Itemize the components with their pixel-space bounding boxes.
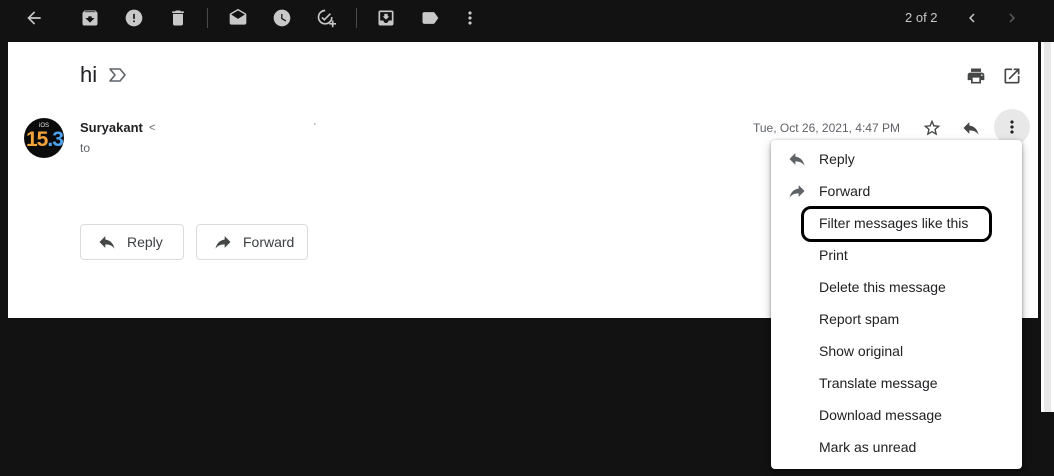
labels-icon[interactable] bbox=[419, 7, 441, 29]
menu-item-translate[interactable]: Translate message bbox=[771, 367, 1022, 399]
more-vert-icon[interactable] bbox=[459, 7, 481, 29]
menu-item-report-spam[interactable]: Report spam bbox=[771, 303, 1022, 335]
message-options-menu: Reply Forward Filter messages like this … bbox=[771, 140, 1022, 469]
menu-item-mark-unread[interactable]: Mark as unread bbox=[771, 431, 1022, 463]
to-label: to bbox=[80, 141, 91, 155]
reply-button[interactable]: Reply bbox=[80, 224, 184, 260]
menu-item-label: Filter messages like this bbox=[819, 215, 969, 231]
menu-item-label: Translate message bbox=[819, 375, 938, 391]
mark-unread-icon[interactable] bbox=[227, 7, 249, 29]
menu-item-show-original[interactable]: Show original bbox=[771, 335, 1022, 367]
newer-chevron-icon[interactable] bbox=[962, 8, 982, 28]
move-to-icon[interactable] bbox=[375, 7, 397, 29]
scrollbar[interactable] bbox=[1041, 42, 1054, 412]
scrollbar-thumb[interactable] bbox=[1044, 42, 1051, 412]
important-marker-icon[interactable] bbox=[108, 67, 128, 83]
star-icon[interactable] bbox=[922, 118, 942, 138]
top-toolbar: 2 of 2 bbox=[0, 0, 1054, 36]
menu-item-label: Print bbox=[819, 247, 848, 263]
menu-item-label: Mark as unread bbox=[819, 439, 917, 455]
forward-button[interactable]: Forward bbox=[196, 224, 308, 260]
forward-button-label: Forward bbox=[243, 234, 295, 250]
add-to-tasks-icon[interactable] bbox=[315, 7, 337, 29]
print-all-icon[interactable] bbox=[966, 66, 986, 86]
archive-icon[interactable] bbox=[79, 7, 101, 29]
back-arrow-icon[interactable] bbox=[23, 7, 45, 29]
reply-icon[interactable] bbox=[961, 118, 981, 138]
snooze-icon[interactable] bbox=[271, 7, 293, 29]
sender-name: Suryakant bbox=[80, 120, 143, 135]
delete-icon[interactable] bbox=[167, 7, 189, 29]
menu-item-label: Download message bbox=[819, 407, 942, 423]
open-in-new-window-icon[interactable] bbox=[1002, 66, 1022, 86]
toolbar-divider bbox=[207, 8, 208, 28]
message-date: Tue, Oct 26, 2021, 4:47 PM bbox=[753, 121, 900, 135]
forward-icon bbox=[787, 181, 807, 201]
separator-dot: · bbox=[313, 118, 317, 130]
menu-item-label: Show original bbox=[819, 343, 904, 359]
email-subject: hi bbox=[80, 62, 98, 87]
reply-icon bbox=[99, 236, 115, 249]
menu-item-delete[interactable]: Delete this message bbox=[771, 271, 1022, 303]
menu-item-label: Forward bbox=[819, 183, 871, 199]
menu-item-label: Reply bbox=[819, 151, 855, 167]
menu-item-forward[interactable]: Forward bbox=[771, 175, 1022, 207]
menu-item-print[interactable]: Print bbox=[771, 239, 1022, 271]
avatar-version-text: 15.3 bbox=[26, 128, 64, 152]
more-vert-icon bbox=[1010, 120, 1014, 134]
toolbar-divider bbox=[356, 8, 357, 28]
pager-count: 2 of 2 bbox=[905, 10, 938, 25]
avatar-version-minor: 3 bbox=[52, 128, 64, 151]
menu-item-label: Delete this message bbox=[819, 279, 946, 295]
avatar-version-major: 15 bbox=[26, 128, 48, 151]
report-spam-icon[interactable] bbox=[123, 7, 145, 29]
sender-email: < bbox=[149, 122, 156, 134]
menu-item-filter-messages[interactable]: Filter messages like this bbox=[771, 207, 1022, 239]
older-chevron-icon bbox=[1002, 8, 1022, 28]
recipient-line[interactable]: to bbox=[80, 141, 90, 155]
menu-item-download[interactable]: Download message bbox=[771, 399, 1022, 431]
sender-avatar[interactable]: iOS 15.3 bbox=[24, 118, 64, 158]
reply-button-label: Reply bbox=[127, 234, 163, 250]
menu-item-label: Report spam bbox=[819, 311, 900, 327]
menu-item-reply[interactable]: Reply bbox=[771, 143, 1022, 175]
reply-icon bbox=[787, 149, 807, 169]
forward-icon bbox=[215, 236, 231, 249]
